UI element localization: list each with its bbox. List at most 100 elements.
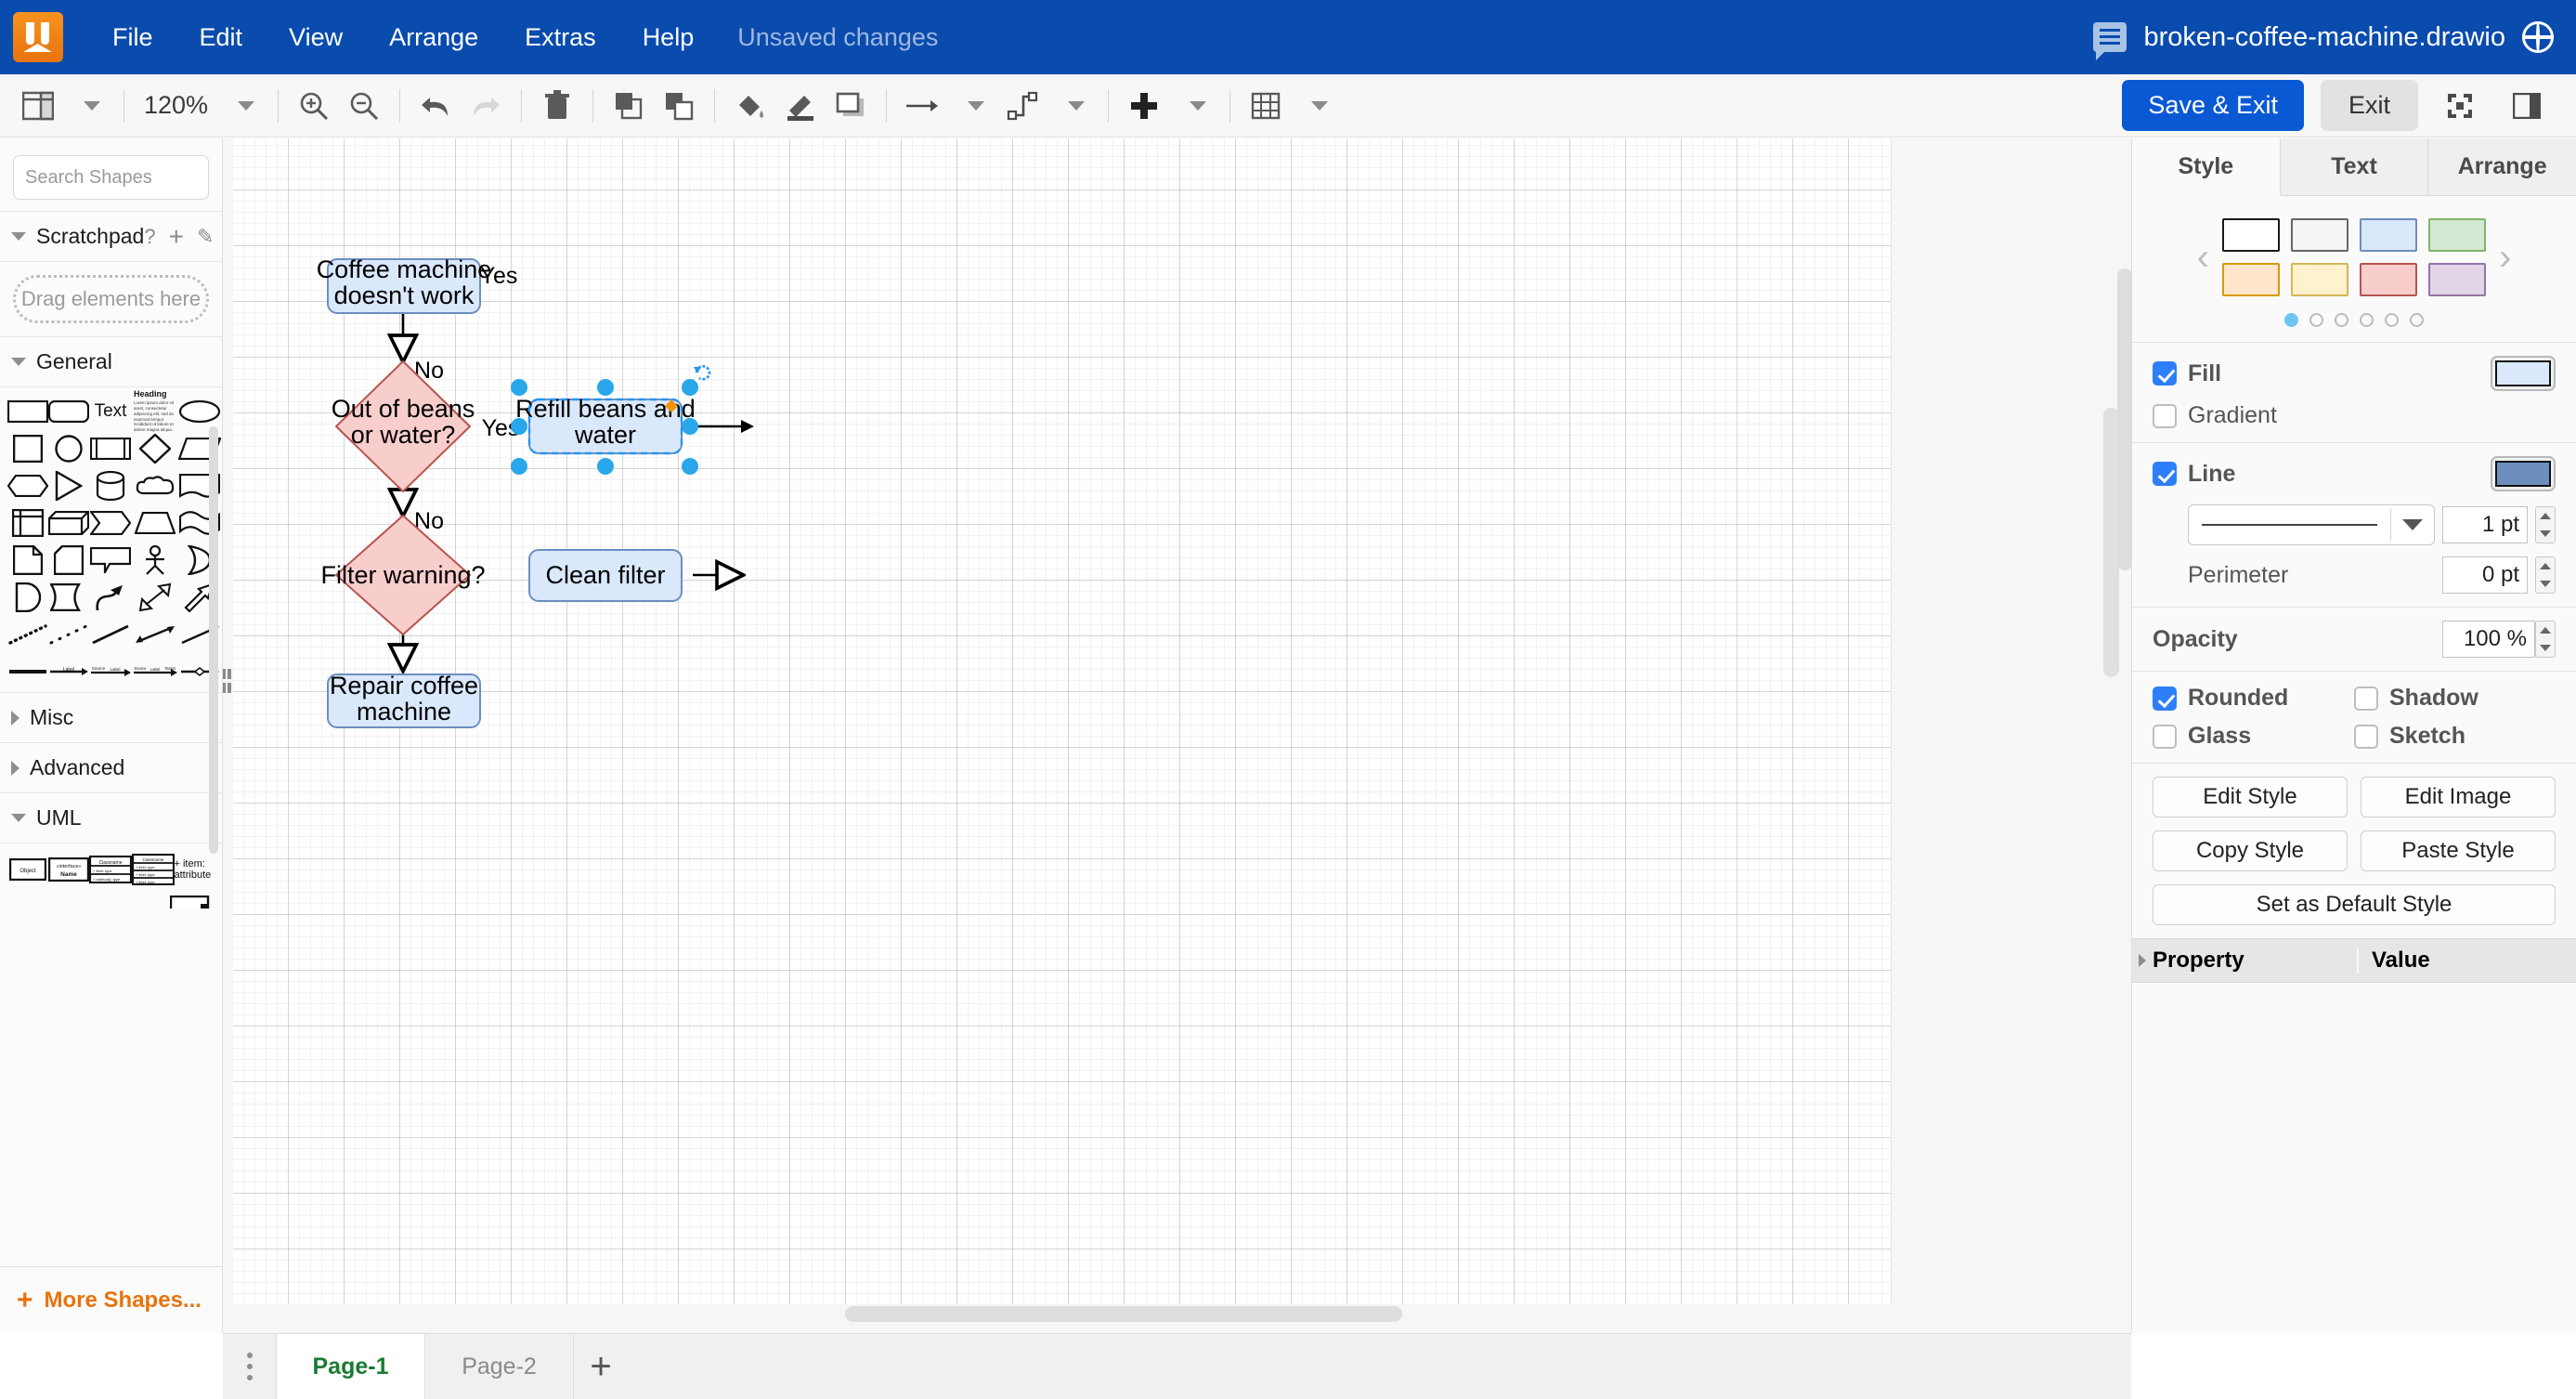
page-tab-page-1[interactable]: Page-1 [277, 1334, 425, 1399]
uml-shape-class-fields[interactable]: Classname+ field: type+ field: type+ fie… [132, 853, 175, 886]
page-dot-5[interactable] [2385, 313, 2399, 327]
shape-textbox[interactable]: HeadingLorem ipsum dolor sit amet, conse… [132, 397, 178, 426]
shape-dashed-line[interactable] [7, 620, 48, 649]
perimeter-field[interactable]: 0 pt [2442, 556, 2528, 594]
shape-text[interactable]: Text [89, 397, 132, 426]
table-icon[interactable] [1244, 82, 1287, 130]
menu-help[interactable]: Help [619, 0, 718, 74]
opacity-stepper[interactable] [2535, 621, 2556, 658]
node-clean-filter[interactable]: Clean filter [529, 550, 682, 601]
gradient-checkbox[interactable] [2153, 404, 2177, 428]
tab-style[interactable]: Style [2132, 138, 2281, 196]
resize-handle-s[interactable] [597, 458, 614, 475]
resize-handle-sw[interactable] [511, 458, 527, 475]
edit-image-button[interactable]: Edit Image [2361, 777, 2556, 817]
rotate-handle-icon[interactable] [694, 366, 709, 379]
resize-handle-se[interactable] [682, 458, 698, 475]
sidebar-section-uml[interactable]: UML [0, 792, 222, 843]
shape-data-storage[interactable] [48, 582, 89, 612]
sidebar-scrollbar[interactable] [209, 426, 218, 854]
swatch-blue[interactable] [2360, 218, 2417, 252]
resize-handle-w[interactable] [511, 418, 527, 435]
edit-style-button[interactable]: Edit Style [2153, 777, 2348, 817]
menu-file[interactable]: File [89, 0, 176, 74]
format-panel-scrollbar[interactable] [2117, 268, 2132, 570]
sidebar-section-general[interactable]: General [0, 336, 222, 386]
fill-color-button[interactable] [2491, 356, 2556, 391]
scratchpad-add-icon[interactable]: + [169, 222, 184, 252]
opacity-field[interactable]: 100 % [2442, 621, 2535, 658]
shape-ellipse[interactable] [178, 397, 221, 426]
resize-handle-e[interactable] [682, 418, 698, 435]
tab-arrange[interactable]: Arrange [2428, 138, 2576, 195]
shape-bidirectional-arrow[interactable] [132, 620, 178, 649]
property-expand-chevron-icon[interactable] [2132, 954, 2153, 967]
line-color-button[interactable] [2491, 456, 2556, 491]
canvas-area[interactable]: Yes No Yes No Coffee machine doesn't wor… [223, 138, 2131, 1333]
shape-circle[interactable] [48, 434, 89, 464]
swatch-white[interactable] [2222, 218, 2280, 252]
scratchpad-help-icon[interactable]: ? [144, 225, 155, 249]
sidebar-section-scratchpad[interactable]: Scratchpad ? + ✎ ✕ [0, 211, 222, 261]
menu-arrange[interactable]: Arrange [366, 0, 501, 74]
shape-curved-arrow[interactable] [89, 582, 132, 612]
swatch-red[interactable] [2360, 263, 2417, 296]
page-dot-4[interactable] [2360, 313, 2374, 327]
swatch-purple[interactable] [2428, 263, 2486, 296]
page-dot-1[interactable] [2284, 313, 2298, 327]
search-shapes-box[interactable] [13, 155, 209, 200]
connection-arrow-icon[interactable] [901, 82, 943, 130]
delete-icon[interactable] [536, 82, 579, 130]
unsaved-changes-status[interactable]: Unsaved changes [737, 23, 938, 52]
shape-dotted-line[interactable] [48, 620, 89, 649]
node-refill-beans-and-water[interactable]: Refill beans and water [511, 366, 709, 475]
zoom-level-label[interactable]: 120% [138, 82, 214, 130]
uml-shape-partial[interactable] [170, 896, 215, 909]
connection-arrow-dropdown[interactable] [951, 82, 994, 130]
node-repair-coffee-machine[interactable]: Repair coffee machine [328, 672, 480, 727]
sidebar-section-advanced[interactable]: Advanced [0, 742, 222, 792]
shape-source-target-link[interactable]: SourceLabelTarget [132, 657, 178, 686]
file-name-label[interactable]: broken-coffee-machine.drawio [2143, 22, 2505, 53]
swatch-orange[interactable] [2222, 263, 2280, 296]
page-tab-page-2[interactable]: Page-2 [425, 1334, 574, 1399]
shadow-checkbox[interactable] [2354, 686, 2378, 711]
shape-delay[interactable] [7, 582, 48, 612]
insert-dropdown[interactable] [1173, 82, 1216, 130]
swatch-yellow[interactable] [2291, 263, 2348, 296]
sketch-checkbox[interactable] [2354, 725, 2378, 749]
zoom-in-icon[interactable] [293, 82, 335, 130]
set-as-default-style-button[interactable]: Set as Default Style [2153, 884, 2556, 925]
copy-style-button[interactable]: Copy Style [2153, 830, 2348, 871]
shape-cylinder[interactable] [89, 471, 132, 501]
resize-handle-nw[interactable] [511, 379, 527, 396]
rounded-checkbox[interactable] [2153, 686, 2177, 711]
waypoints-icon[interactable] [1001, 82, 1044, 130]
scratchpad-edit-icon[interactable]: ✎ [197, 225, 214, 249]
shape-cube[interactable] [48, 508, 89, 538]
zoom-dropdown[interactable] [221, 82, 264, 130]
shape-source-label-link[interactable]: SourceLabel [89, 657, 132, 686]
page-menu-button[interactable] [223, 1334, 277, 1399]
shadow-icon[interactable] [829, 82, 872, 130]
page-dot-6[interactable] [2410, 313, 2424, 327]
page-dot-2[interactable] [2309, 313, 2323, 327]
uml-shape-object[interactable]: Object [7, 853, 48, 886]
menu-extras[interactable]: Extras [501, 0, 619, 74]
uml-shape-item-attribute[interactable]: + item: attribute [175, 853, 215, 886]
shape-plain-link[interactable] [7, 657, 48, 686]
view-layout-dropdown[interactable] [67, 82, 110, 130]
shape-square[interactable] [7, 434, 48, 464]
shape-process[interactable] [89, 434, 132, 464]
scratchpad-dropzone[interactable]: Drag elements here [13, 275, 209, 323]
exit-button[interactable]: Exit [2321, 80, 2418, 131]
save-and-exit-button[interactable]: Save & Exit [2122, 80, 2304, 131]
shape-labeled-link[interactable]: Label [48, 657, 89, 686]
zoom-out-icon[interactable] [343, 82, 385, 130]
line-checkbox[interactable] [2153, 462, 2177, 486]
perimeter-stepper[interactable] [2535, 556, 2556, 594]
node-coffee-machine-doesnt-work[interactable]: Coffee machine doesn't work [317, 255, 492, 313]
fullscreen-icon[interactable] [2439, 82, 2481, 130]
line-style-select[interactable] [2188, 504, 2435, 545]
fill-color-icon[interactable] [729, 82, 772, 130]
